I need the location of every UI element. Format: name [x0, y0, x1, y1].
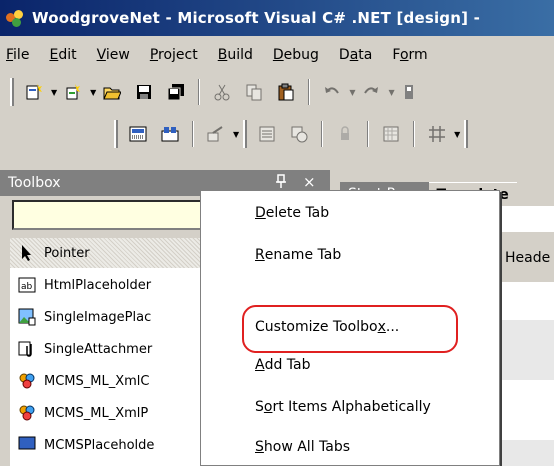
dropdown-arrow-icon[interactable]: ▼ — [51, 88, 57, 97]
align-lefts-icon — [161, 127, 179, 142]
navigate-back-button[interactable] — [398, 79, 424, 105]
menu-edit[interactable]: Edit — [49, 47, 76, 63]
menu-bar: File Edit View Project Build Debug Data … — [0, 38, 554, 72]
layout-toolbar: ▼ ▼ — [0, 114, 554, 154]
dropdown-arrow-icon[interactable]: ▼ — [388, 88, 394, 97]
image-placeholder-icon — [18, 308, 36, 326]
toolbar-separator — [192, 121, 194, 147]
paste-icon — [278, 83, 294, 101]
toolbox-item-list: Pointer ab HtmlPlaceholder SingleImagePl… — [10, 238, 210, 466]
align-to-grid-button[interactable] — [125, 121, 151, 147]
copy-icon — [246, 84, 262, 101]
toolbox-item-label: HtmlPlaceholder — [44, 277, 152, 293]
lock-controls-button[interactable] — [332, 121, 358, 147]
dropdown-arrow-icon[interactable]: ▼ — [90, 88, 96, 97]
component-icon — [18, 404, 36, 422]
window-title: WoodgroveNet - Microsoft Visual C# .NET … — [32, 9, 481, 27]
toolbar-separator — [367, 121, 370, 147]
make-same-size-button[interactable] — [203, 121, 229, 147]
dropdown-arrow-icon[interactable]: ▼ — [233, 130, 239, 139]
copy-button[interactable] — [241, 79, 267, 105]
toolbox-item-htmlplaceholder[interactable]: ab HtmlPlaceholder — [10, 270, 210, 300]
menu-build[interactable]: Build — [218, 47, 253, 63]
toolbar-separator — [321, 121, 324, 147]
dropdown-arrow-icon[interactable]: ▼ — [349, 88, 355, 97]
component-icon — [18, 372, 36, 390]
svg-text:ab: ab — [21, 282, 33, 292]
toolbox-item-label: MCMS_ML_XmlP — [44, 405, 149, 421]
paste-button[interactable] — [273, 79, 299, 105]
close-icon[interactable]: × — [303, 173, 316, 191]
menu-item-show-all-tabs[interactable]: Show All Tabs — [201, 429, 501, 465]
toolbar-separator — [413, 121, 416, 147]
toolbox-item-label: MCMSPlaceholde — [44, 437, 155, 453]
order-icon — [291, 126, 308, 143]
cut-button[interactable] — [209, 79, 235, 105]
toolbox-item-singleimageplaceholder[interactable]: SingleImagePlac — [10, 302, 210, 332]
toolbox-item-label: SingleImagePlac — [44, 309, 152, 325]
menu-project[interactable]: Project — [150, 47, 198, 63]
menu-file[interactable]: File — [6, 47, 29, 63]
pointer-icon — [18, 244, 36, 262]
add-item-button[interactable] — [60, 79, 86, 105]
undo-button[interactable] — [319, 79, 345, 105]
save-button[interactable] — [131, 79, 157, 105]
undo-icon — [325, 87, 340, 94]
toolbox-title: Toolbox — [8, 175, 61, 191]
title-bar: WoodgroveNet - Microsoft Visual C# .NET … — [0, 0, 554, 36]
align-lefts-button[interactable] — [157, 121, 183, 147]
menu-data[interactable]: Data — [339, 47, 372, 63]
visual-studio-icon — [6, 8, 26, 28]
redo-icon — [364, 87, 379, 94]
open-folder-icon — [103, 87, 122, 100]
menu-item-sort-alphabetically[interactable]: So rt Items Alphabetically — [201, 389, 501, 425]
same-size-icon — [207, 126, 223, 142]
align-grid-icon — [129, 126, 147, 142]
save-icon — [137, 85, 152, 99]
save-all-icon — [167, 84, 185, 101]
toolbox-item-pointer[interactable]: Pointer — [10, 238, 210, 268]
grid-icon — [383, 126, 399, 142]
navigate-icon — [404, 85, 413, 99]
component-icon — [18, 436, 36, 454]
document-header-text: Heade — [505, 250, 551, 266]
new-project-button[interactable] — [21, 79, 47, 105]
highlight-annotation — [242, 305, 458, 353]
menu-view[interactable]: View — [97, 47, 130, 63]
menu-debug[interactable]: Debug — [273, 47, 319, 63]
toolbar-separator — [198, 79, 201, 105]
menu-item-delete-tab[interactable]: Delete Tab — [201, 195, 501, 231]
toolbox-item-singleattachment[interactable]: SingleAttachmer — [10, 334, 210, 364]
spacing-icon — [259, 126, 275, 142]
table-button[interactable] — [424, 121, 450, 147]
table-icon — [429, 126, 446, 142]
toolbar-grip[interactable] — [10, 78, 14, 106]
standard-toolbar: ▼ ▼ ▼ ▼ — [0, 72, 554, 112]
menu-format[interactable]: Form — [392, 47, 427, 63]
toolbar-grip[interactable] — [114, 120, 118, 148]
lock-icon — [341, 126, 350, 140]
toolbox-item-label: MCMS_ML_XmlC — [44, 373, 150, 389]
toolbox-item-label: Pointer — [44, 245, 90, 261]
toolbar-grip[interactable] — [243, 120, 248, 148]
order-button[interactable] — [286, 121, 312, 147]
toolbox-item-mcms-ml-xmlc[interactable]: MCMS_ML_XmlC — [10, 366, 210, 396]
cut-icon — [214, 84, 230, 101]
toolbox-item-mcms-ml-xmlp[interactable]: MCMS_ML_XmlP — [10, 398, 210, 428]
save-all-button[interactable] — [163, 79, 189, 105]
attachment-icon — [18, 340, 36, 358]
redo-button[interactable] — [358, 79, 384, 105]
add-item-icon — [66, 84, 81, 100]
new-project-icon — [26, 84, 42, 100]
toolbar-grip[interactable] — [464, 120, 469, 148]
show-grid-button[interactable] — [378, 121, 404, 147]
spacing-button[interactable] — [254, 121, 280, 147]
toolbar-separator — [308, 79, 311, 105]
open-file-button[interactable] — [99, 79, 125, 105]
toolbox-item-label: SingleAttachmer — [44, 341, 153, 357]
menu-item-rename-tab[interactable]: Rename Tab — [201, 237, 501, 273]
toolbox-item-mcmsplaceholder[interactable]: MCMSPlaceholde — [10, 430, 210, 460]
dropdown-arrow-icon[interactable]: ▼ — [454, 130, 460, 139]
html-placeholder-icon: ab — [18, 276, 36, 294]
